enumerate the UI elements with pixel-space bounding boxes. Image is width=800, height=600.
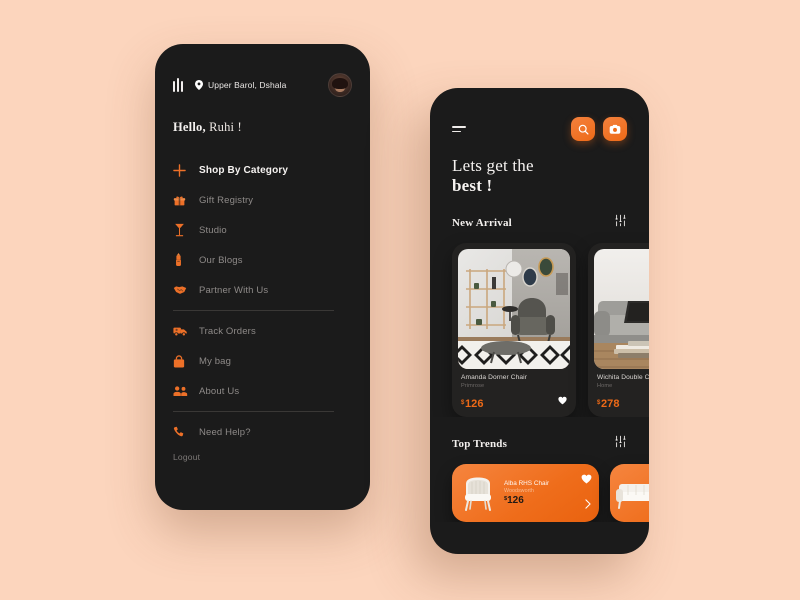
favorite-button[interactable]	[558, 392, 567, 410]
shopping-bag-icon	[173, 354, 199, 368]
product-card[interactable]: Wichita Double Chair Home $278	[588, 243, 649, 418]
phone-icon	[173, 426, 199, 438]
sidebar-item-about-us[interactable]: About Us	[173, 376, 352, 406]
plus-icon	[173, 163, 199, 177]
camera-icon	[609, 124, 621, 134]
price-value: 278	[600, 398, 620, 411]
product-image	[458, 249, 570, 370]
greeting: Hello, Ruhi !	[173, 120, 352, 135]
sidebar-item-need-help[interactable]: Need Help?	[173, 417, 352, 447]
new-arrival-list[interactable]: Amanda Dorner Chair Primrose $126 Wichit…	[430, 232, 649, 418]
location-indicator[interactable]: Upper Barol, Dshala	[195, 80, 328, 90]
chevron-right-icon	[585, 499, 591, 509]
sidebar-item-label: Shop By Category	[199, 164, 289, 176]
product-price: $126	[461, 399, 484, 410]
menu-divider	[173, 310, 334, 311]
location-pin-icon	[195, 80, 203, 90]
sidebar-item-our-blogs[interactable]: Our Blogs	[173, 245, 352, 275]
heart-icon	[558, 396, 567, 405]
delivery-truck-icon	[173, 325, 199, 337]
avatar[interactable]	[328, 73, 352, 97]
sidebar-item-studio[interactable]: Studio	[173, 215, 352, 245]
sidebar-item-label: About Us	[199, 385, 240, 397]
sidebar-item-partner-with-us[interactable]: Partner With Us	[173, 275, 352, 305]
sidebar-item-my-bag[interactable]: My bag	[173, 346, 352, 376]
pen-icon	[173, 253, 199, 267]
right-topbar	[430, 114, 649, 144]
gift-icon	[173, 194, 199, 207]
sidebar-item-track-orders[interactable]: Track Orders	[173, 316, 352, 346]
camera-button[interactable]	[603, 117, 627, 141]
product-name: Wichita Double Chair	[597, 374, 649, 382]
sidebar-item-shop-by-category[interactable]: Shop By Category	[173, 155, 352, 185]
sidebar-menu: Shop By Category Gift Registry Studio Ou…	[173, 155, 352, 447]
sidebar-item-gift-registry[interactable]: Gift Registry	[173, 185, 352, 215]
logo-bars-icon	[173, 78, 183, 92]
product-thumbnail	[615, 472, 649, 514]
sidebar-item-label: Our Blogs	[199, 254, 243, 266]
sidebar-item-label: Track Orders	[199, 325, 256, 337]
product-price: $126	[504, 496, 592, 506]
topbar-actions	[571, 117, 627, 141]
left-topbar: Upper Barol, Dshala	[173, 72, 352, 98]
section-header-top-trends: Top Trends	[430, 435, 649, 453]
product-image	[594, 249, 649, 370]
handshake-icon	[173, 284, 199, 296]
sidebar-item-label: Studio	[199, 224, 227, 236]
product-name: Amanda Dorner Chair	[461, 374, 528, 382]
sidebar-item-label: Gift Registry	[199, 194, 254, 206]
sliders-icon	[615, 214, 626, 227]
product-meta: Wichita Double Chair Home $278	[594, 369, 649, 410]
section-title: New Arrival	[452, 217, 512, 230]
currency-symbol: $	[461, 400, 465, 407]
product-meta: Amanda Dorner Chair Primrose $126	[458, 369, 570, 410]
filter-button-top-trends[interactable]	[614, 435, 627, 453]
app-mockup-stage: Upper Barol, Dshala Hello, Ruhi ! Shop B…	[0, 0, 800, 600]
greeting-hello: Hello,	[173, 120, 206, 134]
favorite-button[interactable]	[581, 471, 592, 489]
phone-right-home-screen: Lets get the best ! New Arrival Amanda D…	[430, 88, 649, 554]
location-label: Upper Barol, Dshala	[208, 80, 287, 90]
product-subtitle: Woodsworth	[504, 488, 534, 495]
search-icon	[578, 124, 589, 135]
logout-button[interactable]: Logout	[173, 452, 200, 462]
phone-left-menu-screen: Upper Barol, Dshala Hello, Ruhi ! Shop B…	[155, 44, 370, 510]
hero-heading: Lets get the best !	[430, 144, 649, 196]
trend-detail-button[interactable]	[584, 496, 592, 514]
hero-line-2: best !	[452, 176, 493, 196]
hamburger-icon[interactable]	[452, 125, 466, 133]
left-screen-content: Upper Barol, Dshala Hello, Ruhi ! Shop B…	[155, 44, 370, 447]
price-value: 126	[464, 398, 484, 411]
trend-card[interactable]	[610, 464, 649, 523]
product-subtitle: Primrose	[461, 383, 485, 390]
trend-meta: Alba RHS Chair Woodsworth $126	[499, 480, 592, 507]
sidebar-item-label: Partner With Us	[199, 284, 269, 296]
section-title: Top Trends	[452, 438, 508, 451]
section-header-new-arrival: New Arrival	[430, 214, 649, 232]
search-button[interactable]	[571, 117, 595, 141]
floor-lamp-icon	[173, 223, 199, 237]
currency-symbol: $	[597, 400, 601, 407]
price-value: 126	[507, 495, 524, 507]
hero-line-1: Lets get the	[452, 156, 534, 175]
trend-card[interactable]: Alba RHS Chair Woodsworth $126	[452, 464, 599, 523]
product-price-row: $278	[597, 392, 649, 410]
product-price-row: $126	[461, 392, 567, 410]
product-subtitle: Home	[597, 383, 613, 390]
sidebar-item-label: Need Help?	[199, 426, 251, 438]
right-screen-content: Lets get the best ! New Arrival Amanda D…	[430, 88, 649, 523]
heart-icon	[581, 474, 592, 484]
menu-divider	[173, 411, 334, 412]
people-icon	[173, 385, 199, 397]
product-thumbnail	[457, 472, 499, 514]
product-name: Alba RHS Chair	[504, 479, 550, 487]
top-trends-list[interactable]: Alba RHS Chair Woodsworth $126	[430, 453, 649, 523]
sliders-icon	[615, 435, 626, 448]
trend-actions	[581, 464, 592, 522]
product-price: $278	[597, 399, 620, 410]
filter-button-new-arrival[interactable]	[614, 214, 627, 232]
greeting-name: Ruhi !	[209, 120, 242, 134]
product-card[interactable]: Amanda Dorner Chair Primrose $126	[452, 243, 576, 418]
sidebar-item-label: My bag	[199, 355, 232, 367]
